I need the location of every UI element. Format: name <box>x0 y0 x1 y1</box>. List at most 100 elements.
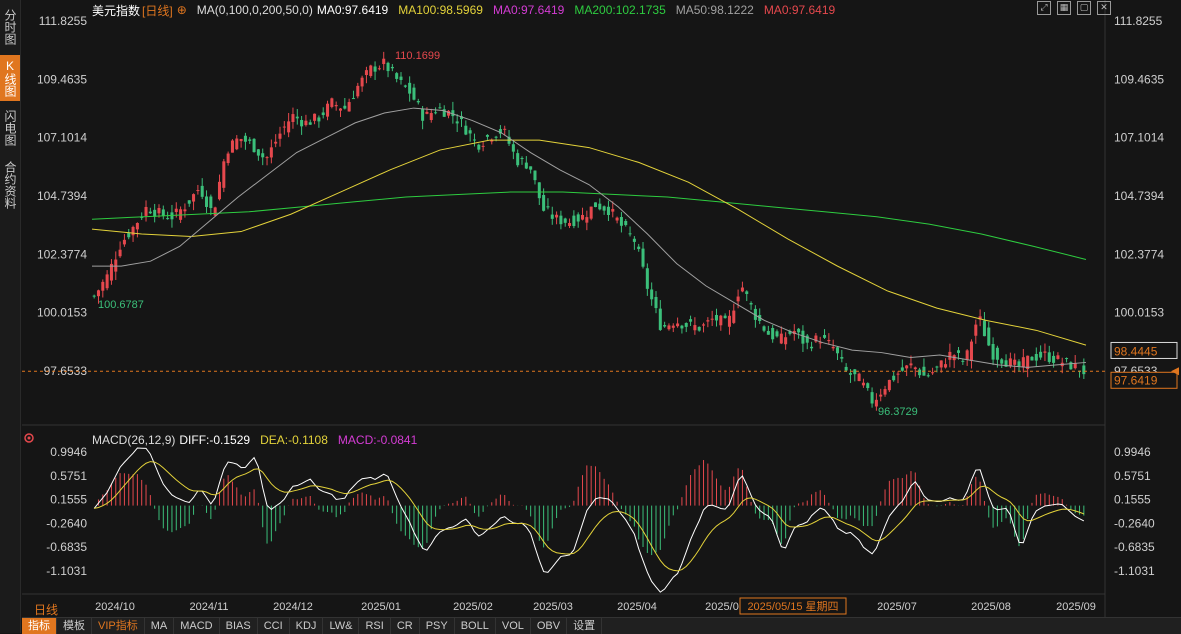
candle <box>663 325 667 327</box>
candle <box>727 315 731 327</box>
candle <box>1047 352 1051 362</box>
candle <box>1056 355 1060 359</box>
candle <box>550 214 554 219</box>
indicator-tab-ma[interactable]: MA <box>145 618 175 634</box>
indicator-tab-bias[interactable]: BIAS <box>220 618 258 634</box>
candle <box>338 108 343 111</box>
indicator-tab--[interactable]: 模板 <box>57 618 92 634</box>
candle <box>187 200 191 204</box>
plus-circle-icon[interactable]: ⊕ <box>177 3 187 17</box>
candle <box>546 206 550 208</box>
candle <box>386 62 390 72</box>
macd-params[interactable]: MACD(26,12,9) <box>92 433 175 447</box>
candle <box>408 82 412 94</box>
diff-value: DIFF:-0.1529 <box>179 433 251 447</box>
sidebar-tab-1[interactable]: K线图 <box>0 55 20 101</box>
candle <box>222 161 226 188</box>
candle <box>771 327 775 340</box>
candle <box>645 268 649 289</box>
candle <box>784 337 788 345</box>
candle <box>762 326 766 331</box>
low-marker: 96.3729 <box>878 406 918 418</box>
candle <box>118 249 122 257</box>
candle <box>390 66 394 69</box>
restore-icon[interactable]: ▢ <box>1077 1 1091 15</box>
indicator-tab-boll[interactable]: BOLL <box>455 618 496 634</box>
macd-tick-right-3: -0.2640 <box>1114 516 1155 530</box>
candle <box>317 117 321 122</box>
indicator-tab-rsi[interactable]: RSI <box>359 618 391 634</box>
ma-params[interactable]: MA(0,100,0,200,50,0) <box>197 3 313 17</box>
grid-icon[interactable]: ▦ <box>1057 1 1071 15</box>
candle <box>1043 351 1047 353</box>
ma100-line <box>91 139 1087 346</box>
ma0-value: MA0:97.6419 <box>316 3 389 17</box>
chart-canvas[interactable]: 111.8255 111.8255 109.4635 109.4635 107.1014… <box>0 0 1181 633</box>
candle <box>356 85 360 97</box>
sidebar-tab-2[interactable]: 闪电图 <box>0 103 20 153</box>
candle <box>581 214 585 220</box>
candle <box>944 364 948 368</box>
indicator-tab-cr[interactable]: CR <box>391 618 420 634</box>
candle <box>464 125 468 135</box>
candle <box>974 324 978 336</box>
candle <box>217 181 222 200</box>
candle <box>330 98 334 107</box>
time-label-5: 2025/03 <box>533 601 573 613</box>
macd-tick-left-2: 0.1555 <box>50 493 87 507</box>
candle <box>300 120 304 127</box>
indicator-tab-lw-[interactable]: LW& <box>323 618 360 634</box>
time-label-7: 2025/0 <box>705 601 739 613</box>
expand-icon[interactable]: ⤢ <box>1037 1 1051 15</box>
candle <box>485 134 489 137</box>
candle <box>1034 353 1038 361</box>
candle <box>939 360 943 368</box>
period-label[interactable]: [日线] <box>142 2 173 19</box>
candle <box>373 66 377 72</box>
close-icon[interactable]: ✕ <box>1097 1 1111 15</box>
candle <box>148 211 152 214</box>
macd-header: MACD(26,12,9) DIFF:-0.1529 DEA:-0.1108 M… <box>92 433 417 447</box>
candle <box>377 68 381 70</box>
candle <box>995 347 999 360</box>
indicator-tab-vol[interactable]: VOL <box>496 618 531 634</box>
candle <box>481 145 485 147</box>
macd-tick-right-1: 0.5751 <box>1114 469 1151 483</box>
indicator-tab-psy[interactable]: PSY <box>420 618 455 634</box>
ma50-value: MA50:98.1222 <box>675 3 754 17</box>
candle <box>844 366 848 371</box>
indicator-tab-obv[interactable]: OBV <box>531 618 568 634</box>
indicator-tab-kdj[interactable]: KDJ <box>290 618 324 634</box>
candle <box>615 217 619 221</box>
candle <box>205 196 209 207</box>
candle <box>606 206 610 216</box>
candle <box>287 121 291 133</box>
candle <box>563 218 567 223</box>
candle <box>524 162 528 169</box>
indicator-tab--[interactable]: 指标 <box>22 618 57 634</box>
candle <box>248 139 252 141</box>
period-selector[interactable]: 日线 <box>34 601 58 618</box>
time-label-3: 2025/01 <box>361 601 401 613</box>
sidebar-tab-0[interactable]: 分时图 <box>0 4 20 50</box>
indicator-tab--[interactable]: 设置 <box>567 618 603 634</box>
candle <box>226 153 230 164</box>
indicator-tab-macd[interactable]: MACD <box>174 618 220 634</box>
sidebar-tab-3[interactable]: 合约资料 <box>0 155 20 215</box>
candle <box>421 108 425 121</box>
indicator-tab-cci[interactable]: CCI <box>258 618 290 634</box>
indicator-tab-vip-[interactable]: VIP指标 <box>92 618 145 634</box>
candle <box>347 102 351 112</box>
candle <box>870 392 874 404</box>
candle <box>308 122 312 125</box>
candle <box>576 214 580 222</box>
dea-line <box>94 461 1085 572</box>
candle <box>196 190 200 192</box>
candle <box>416 100 420 103</box>
indicator-tabs: 指标 模板 VIP指标 MA MACD BIAS CCI KDJ LW& RSI CR PSY BOLL… <box>22 617 1181 634</box>
candle <box>92 295 96 297</box>
candle <box>689 319 693 322</box>
candle <box>671 325 675 328</box>
candle <box>883 389 887 395</box>
candle <box>429 113 433 121</box>
